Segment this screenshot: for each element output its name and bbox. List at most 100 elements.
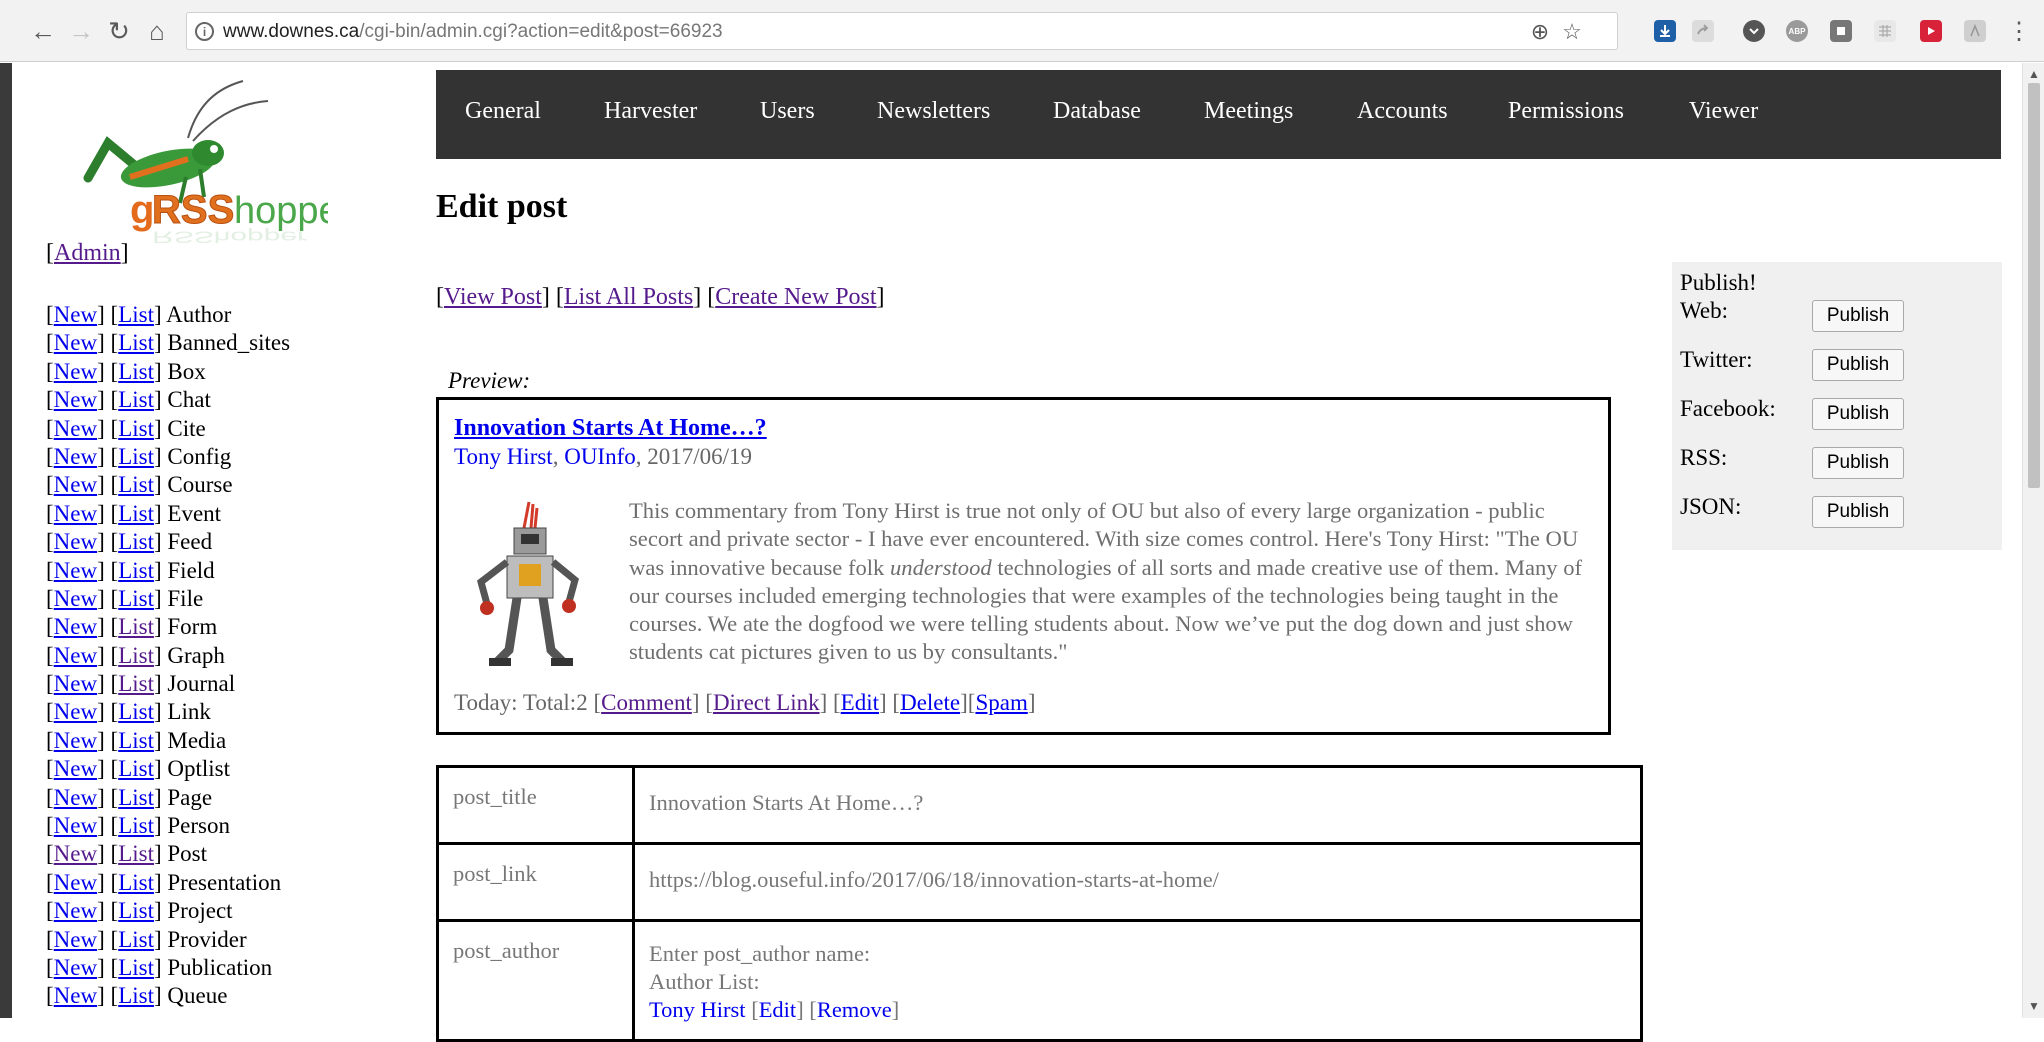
new-record-link[interactable]: New — [54, 983, 97, 1008]
publish-facebook-button[interactable]: Publish — [1812, 398, 1904, 430]
list-records-link[interactable]: List — [118, 359, 154, 384]
reload-icon[interactable]: ↻ — [104, 16, 134, 46]
new-record-link[interactable]: New — [54, 671, 97, 696]
new-record-link[interactable]: New — [54, 728, 97, 753]
create-new-post-link[interactable]: Create New Post — [715, 284, 876, 310]
info-icon[interactable]: i — [195, 22, 214, 41]
list-records-link[interactable]: List — [118, 529, 154, 554]
list-records-link[interactable]: List — [118, 501, 154, 526]
menu-item-harvester[interactable]: Harvester — [604, 98, 697, 125]
list-records-link[interactable]: List — [118, 955, 154, 980]
new-record-link[interactable]: New — [54, 785, 97, 810]
adblock-extension-icon[interactable]: ABP — [1786, 20, 1808, 42]
share-extension-icon[interactable] — [1692, 20, 1714, 42]
author-remove-link[interactable]: Remove — [817, 997, 892, 1022]
list-records-link[interactable]: List — [118, 614, 154, 639]
new-record-link[interactable]: New — [54, 472, 97, 497]
list-records-link[interactable]: List — [118, 671, 154, 696]
list-records-link[interactable]: List — [118, 841, 154, 866]
notes-extension-icon[interactable] — [1830, 20, 1852, 42]
publish-rss-button[interactable]: Publish — [1812, 447, 1904, 479]
list-records-link[interactable]: List — [118, 728, 154, 753]
menu-item-accounts[interactable]: Accounts — [1357, 98, 1448, 125]
new-record-link[interactable]: New — [54, 387, 97, 412]
list-records-link[interactable]: List — [118, 558, 154, 583]
new-record-link[interactable]: New — [54, 359, 97, 384]
list-records-link[interactable]: List — [118, 927, 154, 952]
list-records-link[interactable]: List — [118, 699, 154, 724]
new-record-link[interactable]: New — [54, 841, 97, 866]
scroll-down-icon[interactable]: ▼ — [2028, 999, 2040, 1014]
new-record-link[interactable]: New — [54, 586, 97, 611]
new-record-link[interactable]: New — [54, 699, 97, 724]
post-link-field[interactable]: https://blog.ouseful.info/2017/06/18/inn… — [632, 842, 1643, 922]
new-record-link[interactable]: New — [54, 927, 97, 952]
list-records-link[interactable]: List — [118, 813, 154, 838]
new-record-link[interactable]: New — [54, 898, 97, 923]
publish-twitter-button[interactable]: Publish — [1812, 349, 1904, 381]
new-record-link[interactable]: New — [54, 955, 97, 980]
home-icon[interactable]: ⌂ — [142, 16, 172, 46]
preview-post-title-link[interactable]: Innovation Starts At Home…? — [454, 415, 767, 442]
list-records-link[interactable]: List — [118, 472, 154, 497]
new-record-link[interactable]: New — [54, 870, 97, 895]
list-records-link[interactable]: List — [118, 870, 154, 895]
pdf-extension-icon[interactable] — [1964, 20, 1986, 42]
sheet-extension-icon[interactable] — [1874, 20, 1896, 42]
preview-source-link[interactable]: OUInfo — [564, 444, 636, 469]
list-records-link[interactable]: List — [118, 302, 154, 327]
list-records-link[interactable]: List — [118, 983, 154, 1008]
video-extension-icon[interactable] — [1920, 20, 1942, 42]
forward-icon[interactable]: → — [66, 16, 96, 46]
bookmark-star-icon[interactable]: ☆ — [1559, 19, 1585, 45]
menu-item-viewer[interactable]: Viewer — [1689, 98, 1758, 125]
spam-link[interactable]: Spam — [975, 690, 1027, 715]
list-records-link[interactable]: List — [118, 643, 154, 668]
list-records-link[interactable]: List — [118, 330, 154, 355]
page-scrollbar[interactable]: ▲ ▼ — [2022, 63, 2044, 1018]
back-icon[interactable]: ← — [28, 16, 58, 46]
edit-link[interactable]: Edit — [841, 690, 879, 715]
new-record-link[interactable]: New — [54, 558, 97, 583]
list-records-link[interactable]: List — [118, 387, 154, 412]
delete-link[interactable]: Delete — [900, 690, 960, 715]
list-all-posts-link[interactable]: List All Posts — [564, 284, 693, 310]
view-post-link[interactable]: View Post — [444, 284, 542, 310]
url-text[interactable]: www.downes.ca/cgi-bin/admin.cgi?action=e… — [223, 21, 723, 43]
direct-link[interactable]: Direct Link — [713, 690, 820, 715]
menu-item-permissions[interactable]: Permissions — [1508, 98, 1624, 125]
new-record-link[interactable]: New — [54, 416, 97, 441]
new-record-link[interactable]: New — [54, 614, 97, 639]
new-record-link[interactable]: New — [54, 330, 97, 355]
scroll-up-icon[interactable]: ▲ — [2028, 67, 2040, 82]
new-record-link[interactable]: New — [54, 302, 97, 327]
new-record-link[interactable]: New — [54, 529, 97, 554]
download-extension-icon[interactable] — [1654, 20, 1676, 42]
author-name-link[interactable]: Tony Hirst — [649, 997, 746, 1022]
comment-link[interactable]: Comment — [601, 690, 692, 715]
publish-web-button[interactable]: Publish — [1812, 300, 1904, 332]
scrollbar-thumb[interactable] — [2028, 83, 2040, 488]
admin-link[interactable]: Admin — [54, 240, 121, 266]
menu-item-database[interactable]: Database — [1053, 98, 1141, 125]
menu-item-meetings[interactable]: Meetings — [1204, 98, 1293, 125]
list-records-link[interactable]: List — [118, 785, 154, 810]
post-title-field[interactable]: Innovation Starts At Home…? — [632, 765, 1643, 845]
preview-author-link[interactable]: Tony Hirst — [454, 444, 553, 469]
pocket-extension-icon[interactable] — [1743, 20, 1765, 42]
new-record-link[interactable]: New — [54, 501, 97, 526]
new-record-link[interactable]: New — [54, 643, 97, 668]
author-edit-link[interactable]: Edit — [759, 997, 797, 1022]
browser-menu-icon[interactable]: ⋮ — [2004, 17, 2034, 47]
list-records-link[interactable]: List — [118, 444, 154, 469]
menu-item-users[interactable]: Users — [760, 98, 815, 125]
new-record-link[interactable]: New — [54, 444, 97, 469]
menu-item-newsletters[interactable]: Newsletters — [877, 98, 990, 125]
zoom-icon[interactable]: ⊕ — [1527, 19, 1553, 45]
new-record-link[interactable]: New — [54, 813, 97, 838]
list-records-link[interactable]: List — [118, 586, 154, 611]
new-record-link[interactable]: New — [54, 756, 97, 781]
address-bar[interactable]: i www.downes.ca/cgi-bin/admin.cgi?action… — [186, 12, 1618, 50]
list-records-link[interactable]: List — [118, 756, 154, 781]
menu-item-general[interactable]: General — [465, 98, 541, 125]
